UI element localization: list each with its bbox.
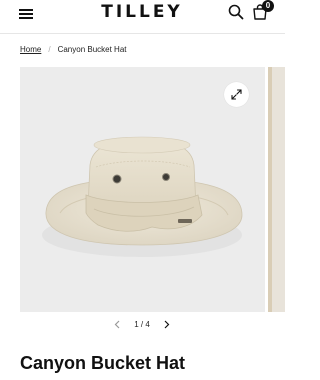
- expand-icon[interactable]: [224, 82, 249, 107]
- chevron-left-icon[interactable]: [112, 318, 122, 330]
- search-icon[interactable]: [228, 4, 244, 20]
- cart-count-badge: 0: [262, 0, 274, 12]
- image-pager: 1 / 4: [112, 318, 172, 330]
- chevron-right-icon[interactable]: [162, 318, 172, 330]
- site-header: TILLEY 0: [0, 0, 285, 34]
- breadcrumb: Home / Canyon Bucket Hat: [20, 45, 127, 54]
- next-image-preview[interactable]: [268, 67, 285, 312]
- breadcrumb-separator: /: [48, 45, 51, 54]
- product-title: Canyon Bucket Hat: [20, 353, 186, 373]
- breadcrumb-home-link[interactable]: Home: [20, 45, 41, 54]
- breadcrumb-current: Canyon Bucket Hat: [57, 45, 127, 54]
- hamburger-menu-icon[interactable]: [19, 8, 33, 20]
- header-divider: [0, 33, 285, 34]
- site-logo[interactable]: TILLEY: [96, 2, 188, 22]
- image-counter: 1 / 4: [134, 319, 150, 329]
